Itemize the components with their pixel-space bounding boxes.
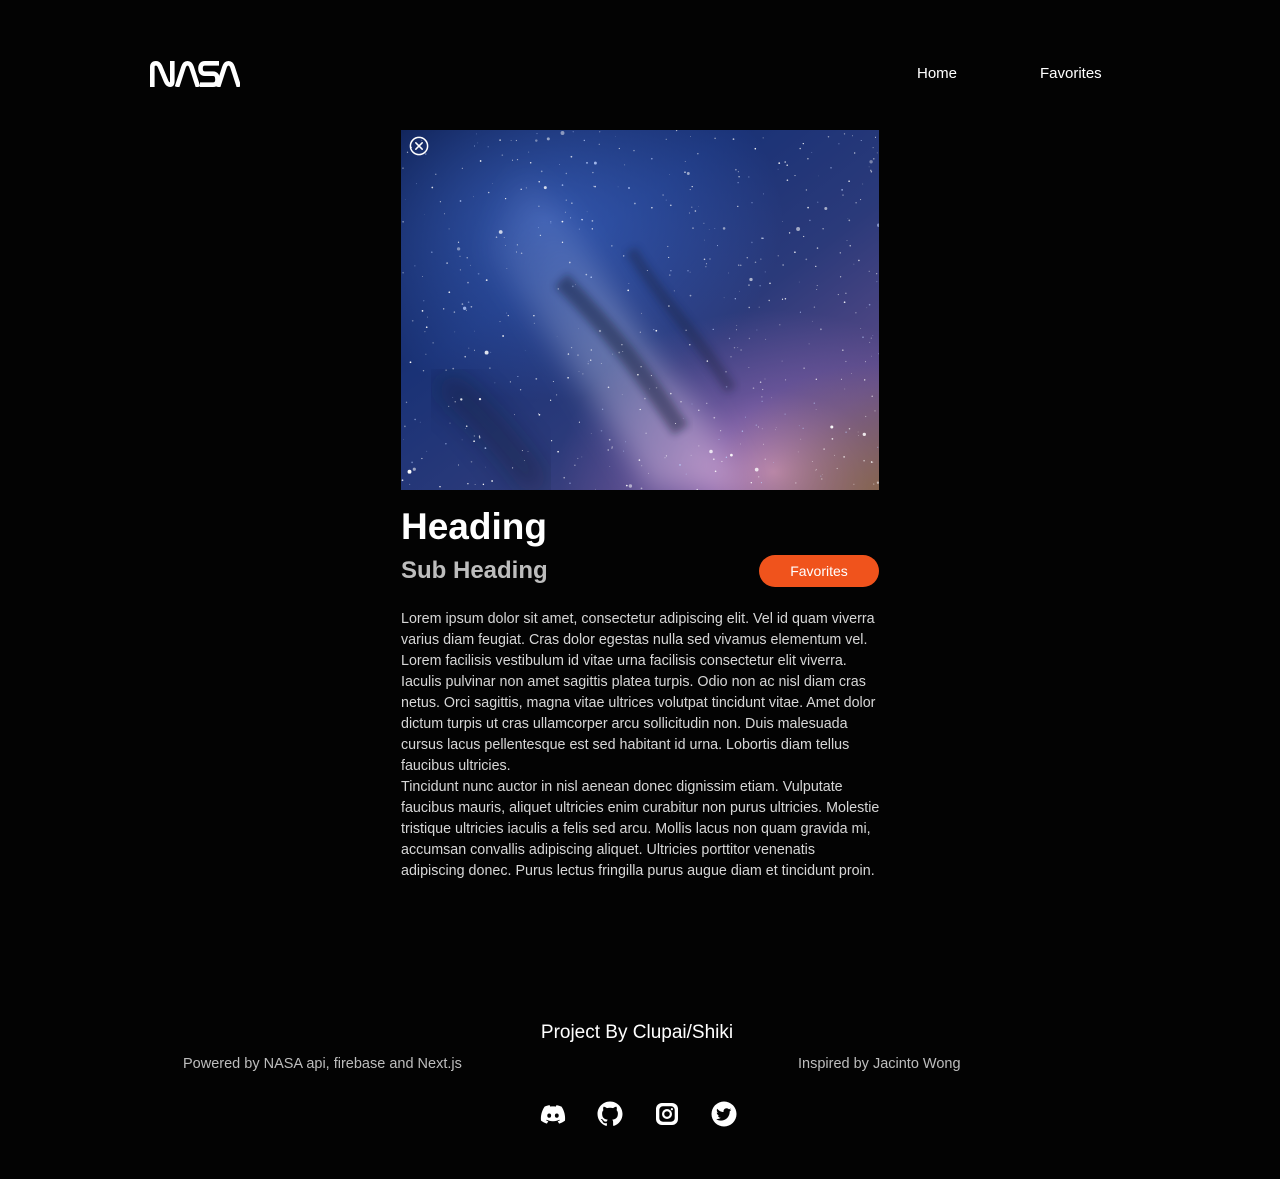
nav-favorites-link[interactable]: Favorites (1040, 64, 1102, 84)
add-to-favorites-button[interactable]: Favorites (759, 555, 879, 587)
description-text: Lorem ipsum dolor sit amet, consectetur … (401, 609, 881, 882)
hero-image (401, 130, 879, 490)
footer-inspired-by: Inspired by Jacinto Wong (798, 1056, 961, 1072)
twitter-icon[interactable] (710, 1100, 738, 1128)
github-icon[interactable] (596, 1100, 624, 1128)
instagram-icon[interactable] (653, 1100, 681, 1128)
nav-home-link[interactable]: Home (917, 64, 957, 84)
page-heading: Heading (401, 506, 547, 547)
description-paragraph: Tincidunt nunc auctor in nisl aenean don… (401, 779, 880, 879)
description-paragraph: Lorem ipsum dolor sit amet, consectetur … (401, 611, 876, 774)
page-subheading: Sub Heading (401, 557, 548, 584)
footer-title: Project By Clupai/Shiki (540, 1022, 734, 1043)
discord-icon[interactable] (539, 1100, 567, 1128)
close-icon[interactable] (408, 135, 430, 157)
nasa-logo[interactable] (150, 61, 240, 87)
starry-sky-image (401, 130, 879, 490)
footer-powered-by: Powered by NASA api, firebase and Next.j… (183, 1056, 462, 1072)
